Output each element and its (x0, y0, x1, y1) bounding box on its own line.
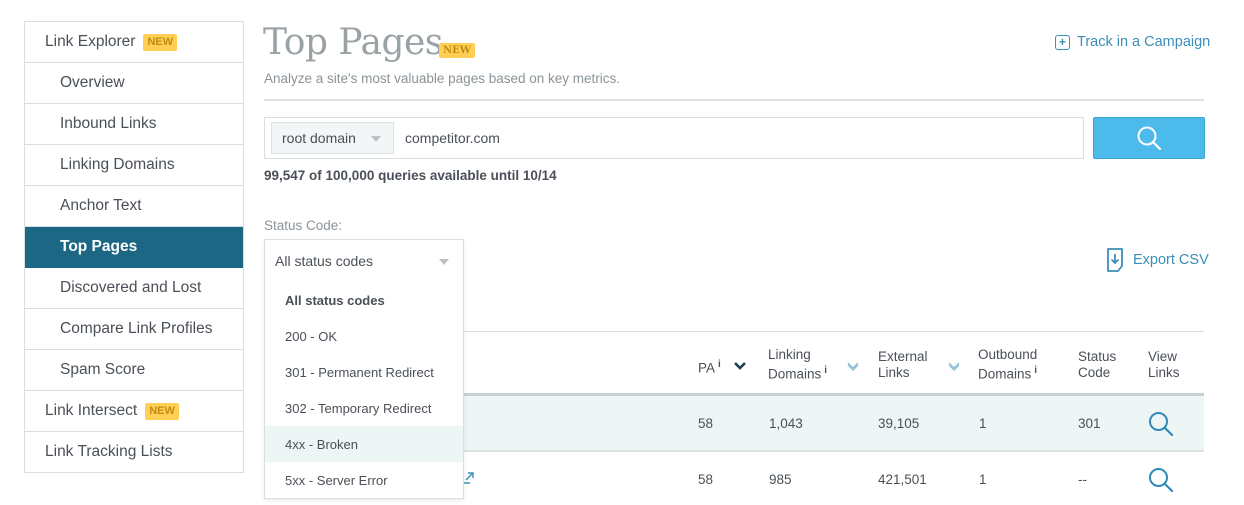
column-header-external-links[interactable]: External Links (878, 349, 928, 381)
page-subtitle: Analyze a site's most valuable pages bas… (264, 71, 621, 86)
sidebar-nav: Link Explorer NEW Overview Inbound Links… (24, 21, 244, 473)
sort-desc-active-icon[interactable] (733, 361, 747, 371)
sort-icon[interactable] (947, 361, 961, 371)
sidebar-item-link-tracking-lists[interactable]: Link Tracking Lists (25, 432, 243, 473)
view-links-search-icon[interactable] (1147, 410, 1175, 438)
sidebar-item-discovered-and-lost[interactable]: Discovered and Lost (25, 268, 243, 309)
column-header-pa[interactable]: PA i (698, 357, 721, 377)
sidebar-item-anchor-text[interactable]: Anchor Text (25, 186, 243, 227)
status-code-selected-value: All status codes (275, 253, 374, 269)
sidebar-item-link-explorer[interactable]: Link Explorer NEW (25, 22, 243, 63)
plus-icon: + (1055, 34, 1070, 50)
search-icon (1137, 126, 1162, 151)
sidebar-item-spam-score[interactable]: Spam Score (25, 350, 243, 391)
column-header-label: Status (1078, 349, 1117, 364)
column-header-outbound-domains[interactable]: Outbound Domains i (978, 347, 1037, 383)
cell-pa: 58 (698, 416, 714, 431)
new-badge: NEW (145, 402, 179, 420)
sidebar-item-label: Link Explorer (45, 33, 136, 50)
page-title: Top Pages (263, 22, 443, 63)
column-header-view-links: View Links (1148, 349, 1180, 381)
cell-pa: 58 (698, 472, 714, 487)
sidebar-item-label: Spam Score (60, 361, 146, 378)
status-code-label: Status Code: (264, 218, 343, 233)
column-header-label: Linking (768, 347, 811, 362)
scope-value: root domain (282, 130, 356, 146)
export-csv-label: Export CSV (1133, 252, 1209, 268)
sidebar-item-compare-link-profiles[interactable]: Compare Link Profiles (25, 309, 243, 350)
sidebar-item-label: Link Intersect (45, 402, 138, 419)
track-in-campaign-label: Track in a Campaign (1077, 34, 1211, 50)
cell-status-code: -- (1078, 472, 1087, 487)
sort-icon[interactable] (846, 361, 860, 371)
cell-status-code: 301 (1078, 416, 1101, 431)
sidebar-item-link-intersect[interactable]: Link Intersect NEW (25, 391, 243, 432)
sidebar-item-label: Anchor Text (60, 197, 142, 214)
info-icon[interactable]: i (1034, 365, 1037, 376)
table-row: 58 1,043 39,105 1 301 (440, 396, 1204, 452)
cell-linking-domains: 1,043 (769, 416, 803, 431)
column-header-label: Links (878, 365, 910, 380)
sidebar-item-overview[interactable]: Overview (25, 63, 243, 104)
column-header-label: View (1148, 349, 1178, 364)
dropdown-option-all[interactable]: All status codes (265, 282, 463, 318)
caret-down-icon (371, 136, 381, 142)
column-header-linking-domains[interactable]: Linking Domains i (768, 347, 827, 383)
status-code-dropdown[interactable]: All status codes All status codes 200 - … (264, 239, 464, 499)
sidebar-item-label: Inbound Links (60, 115, 157, 132)
view-links-search-icon[interactable] (1147, 466, 1175, 494)
table-row: 58 985 421,501 1 -- (440, 453, 1204, 505)
cell-external-links: 39,105 (878, 416, 920, 431)
track-in-campaign-link[interactable]: + Track in a Campaign (1055, 34, 1210, 50)
cell-external-links: 421,501 (878, 472, 927, 487)
column-header-label: Domains (768, 366, 822, 382)
query-quota: 99,547 of 100,000 queries available unti… (264, 168, 557, 183)
caret-down-icon (439, 259, 449, 265)
column-header-label: Code (1078, 365, 1111, 380)
header-divider (264, 99, 1204, 101)
cell-outbound-domains: 1 (979, 472, 987, 487)
sidebar-item-linking-domains[interactable]: Linking Domains (25, 145, 243, 186)
new-badge: NEW (439, 43, 475, 58)
column-header-label: PA (698, 360, 716, 376)
sidebar-item-label: Overview (60, 74, 125, 91)
dropdown-option-301[interactable]: 301 - Permanent Redirect (265, 354, 463, 390)
dropdown-option-5xx[interactable]: 5xx - Server Error (265, 462, 463, 498)
status-code-select[interactable]: All status codes (265, 240, 463, 282)
dropdown-option-4xx[interactable]: 4xx - Broken (265, 426, 463, 462)
sidebar-item-label: Linking Domains (60, 156, 175, 173)
cell-linking-domains: 985 (769, 472, 792, 487)
column-header-label: External (878, 349, 928, 364)
table-top-border (440, 331, 1204, 332)
download-file-icon (1107, 248, 1123, 272)
export-csv-link[interactable]: Export CSV (1106, 248, 1209, 272)
domain-search-bar: root domain (264, 117, 1084, 159)
dropdown-option-302[interactable]: 302 - Temporary Redirect (265, 390, 463, 426)
info-icon[interactable]: i (824, 365, 827, 376)
column-header-label: Links (1148, 365, 1180, 380)
info-icon[interactable]: i (718, 359, 721, 370)
column-header-label: Outbound (978, 347, 1038, 362)
domain-input[interactable] (405, 122, 1065, 154)
cell-outbound-domains: 1 (979, 416, 987, 431)
sidebar-item-top-pages[interactable]: Top Pages (25, 227, 243, 268)
sidebar-item-inbound-links[interactable]: Inbound Links (25, 104, 243, 145)
sidebar-item-label: Top Pages (60, 238, 138, 255)
sidebar-item-label: Link Tracking Lists (45, 443, 173, 460)
column-header-status-code: Status Code (1078, 349, 1116, 381)
dropdown-option-200[interactable]: 200 - OK (265, 318, 463, 354)
search-button[interactable] (1093, 117, 1205, 159)
sidebar-item-label: Discovered and Lost (60, 279, 202, 296)
new-badge: NEW (143, 33, 178, 51)
scope-select[interactable]: root domain (271, 122, 394, 154)
sidebar-item-label: Compare Link Profiles (60, 320, 213, 337)
column-header-label: Domains (978, 366, 1032, 382)
